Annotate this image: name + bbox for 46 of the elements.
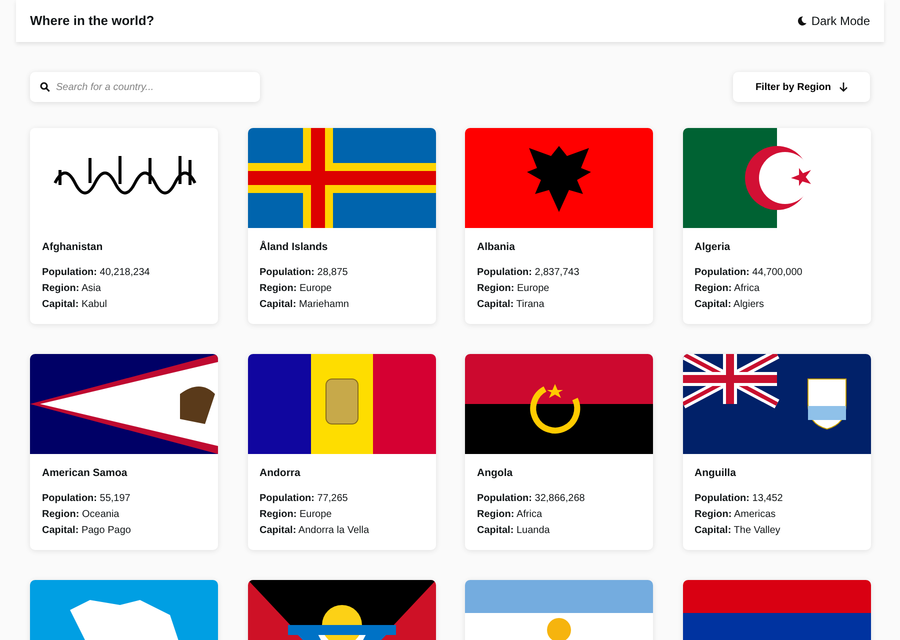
country-detail: Region: Europe — [260, 508, 333, 522]
country-card[interactable]: American Samoa Population: 55,197 Region: Oceania Capital: Pago Pago — [30, 354, 218, 550]
country-card[interactable]: Åland Islands Population: 28,875 Region: Europe Capital: Mariehamn — [248, 128, 436, 324]
country-name: American Samoa — [42, 466, 128, 481]
country-detail: Region: Africa — [694, 282, 761, 296]
country-detail: Capital: Tirana — [477, 298, 546, 312]
country-detail: Population: 2,837,743 — [477, 266, 580, 280]
country-name: Angola — [477, 466, 514, 481]
country-card[interactable]: Angola Population: 32,866,268 Region: Africa Capital: Luanda — [465, 354, 653, 550]
country-card[interactable]: Algeria Population: 44,700,000 Region: Africa Capital: Algiers — [682, 128, 870, 324]
country-card[interactable]: Afghanistan Population: 40,218,234 Region: Asia Capital: Kabul — [30, 128, 218, 324]
country-detail: Capital: Algiers — [694, 298, 765, 312]
country-detail: Population: 32,866,268 — [477, 492, 586, 506]
country-detail: Population: 55,197 — [42, 492, 132, 506]
country-detail: Region: Africa — [477, 508, 544, 522]
country-detail: Capital: The Valley — [694, 524, 782, 538]
filter-by-region-dropdown[interactable]: Filter by Region — [733, 72, 870, 102]
country-detail: Region: Europe — [260, 282, 333, 296]
app-title: Where in the world? — [30, 12, 154, 30]
country-name: Åland Islands — [260, 240, 329, 255]
country-card[interactable]: Andorra Population: 77,265 Region: Europe Capital: Andorra la Vella — [248, 354, 436, 550]
country-detail: Region: Europe — [477, 282, 550, 296]
country-detail: Capital: Pago Pago — [42, 524, 132, 538]
country-detail: Capital: Mariehamn — [260, 298, 350, 312]
country-detail: Region: Oceania — [42, 508, 120, 522]
country-detail: Capital: Kabul — [42, 298, 108, 312]
country-detail: Population: 44,700,000 — [694, 266, 804, 280]
country-name: Albania — [477, 240, 516, 255]
country-detail: Population: 28,875 — [260, 266, 349, 280]
country-detail: Region: Americas — [694, 508, 777, 522]
country-detail: Region: Asia — [42, 282, 102, 296]
country-card[interactable]: Anguilla Population: 13,452 Region: Americas Capital: The Valley — [682, 354, 870, 550]
country-detail: Capital: Luanda — [477, 524, 551, 538]
country-detail: Population: 13,452 — [694, 492, 784, 506]
country-name: Andorra — [260, 466, 302, 481]
search-field[interactable]: Search for a country... — [30, 72, 260, 102]
arrow-down-icon — [839, 82, 848, 92]
country-name: Afghanistan — [42, 240, 104, 255]
moon-icon — [797, 16, 808, 26]
country-detail: Population: 40,218,234 — [42, 266, 151, 280]
dark-mode-toggle[interactable]: Dark Mode — [797, 12, 870, 30]
country-detail: Population: 77,265 — [260, 492, 349, 506]
country-detail: Capital: Andorra la Vella — [260, 524, 370, 538]
country-card[interactable]: Albania Population: 2,837,743 Region: Europe Capital: Tirana — [465, 128, 653, 324]
country-name: Algeria — [694, 240, 732, 255]
country-name: Anguilla — [694, 466, 737, 481]
